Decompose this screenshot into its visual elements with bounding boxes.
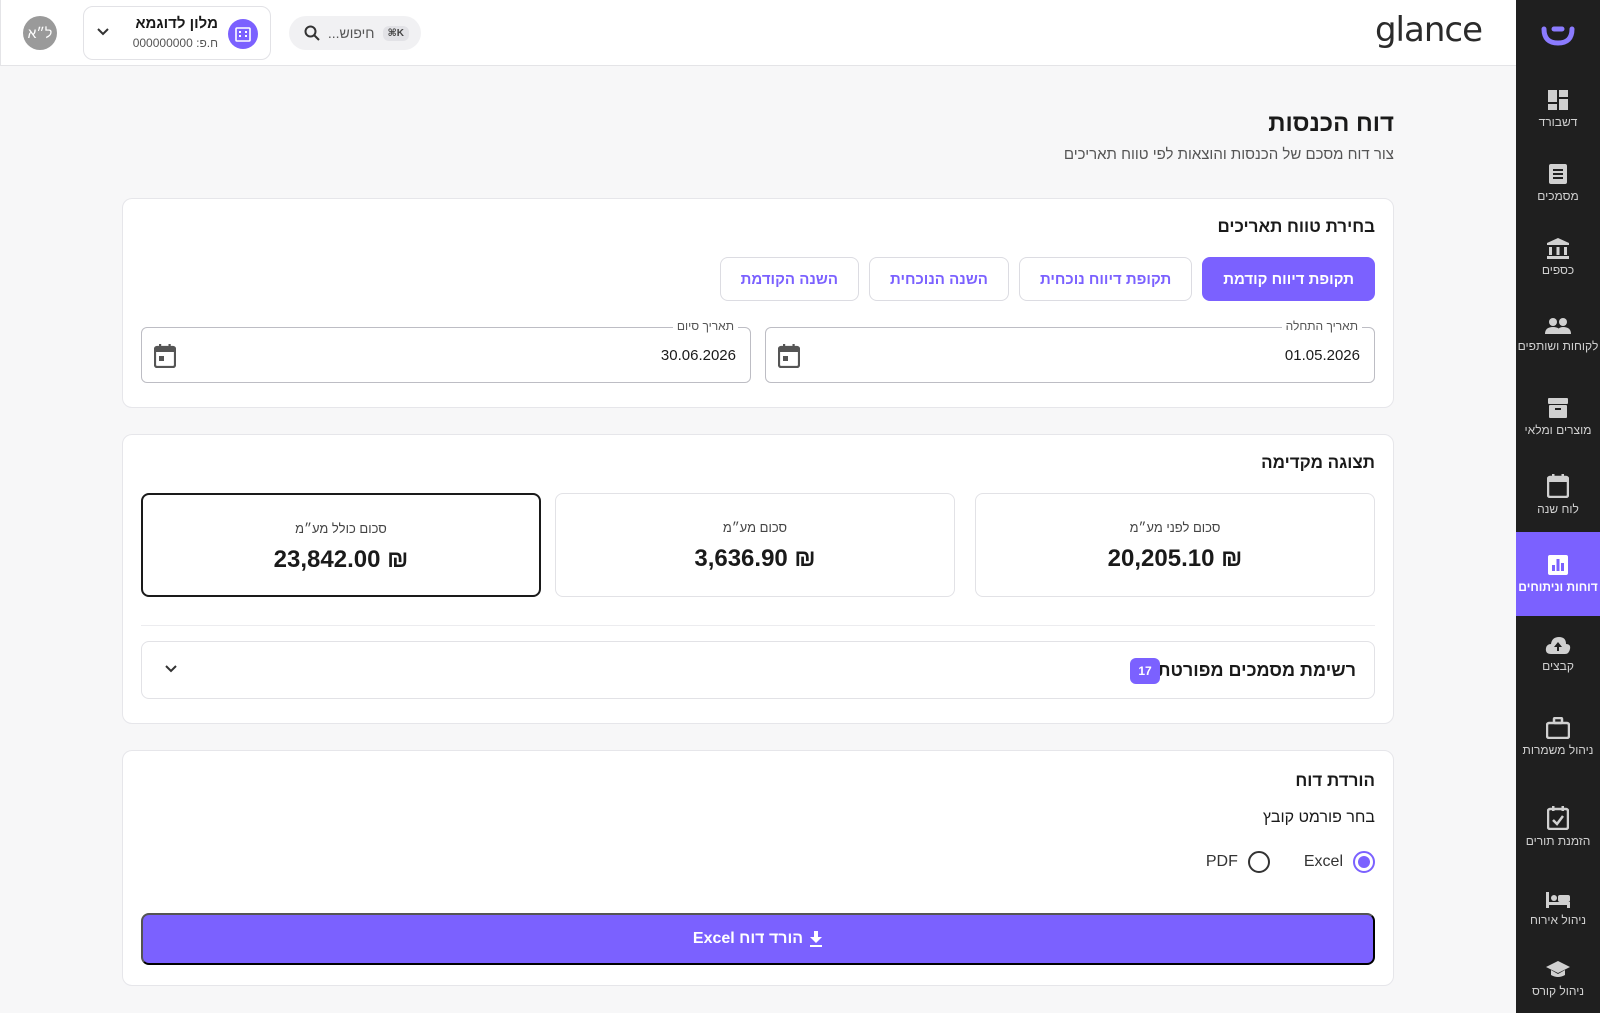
business-selector[interactable]: מלון לדוגמא ח.פ: 000000000 <box>83 6 271 60</box>
sidebar-item-hospitality[interactable]: ניהול אירוח <box>1516 872 1600 946</box>
download-button-label: הורד דוח Excel <box>692 930 804 947</box>
search-shortcut: ⌘K <box>382 25 409 41</box>
sidebar-item-label: הזמנת תורים <box>1525 834 1591 848</box>
business-id: ח.פ: 000000000 <box>132 36 218 50</box>
chevron-down-icon <box>97 28 109 36</box>
end-date-value: 30.06.2026 <box>660 347 736 364</box>
radio-pdf-dot[interactable] <box>1247 851 1270 873</box>
people-icon <box>1545 318 1571 334</box>
avatar[interactable]: ל״א <box>23 16 57 50</box>
sidebar-item-label: מוצרים ומלאי <box>1524 423 1592 437</box>
download-title: הורדת דוח <box>1295 771 1375 790</box>
sidebar-item-reports[interactable]: דוחות וניתוחים <box>1516 532 1600 616</box>
search-placeholder: חיפוש... <box>327 25 375 41</box>
documents-icon <box>1549 164 1567 184</box>
sidebar-item-files[interactable]: קבצים <box>1516 616 1600 692</box>
download-report-button[interactable]: הורד דוח Excel <box>141 913 1375 965</box>
radio-pdf[interactable]: PDF <box>1206 851 1270 873</box>
sidebar-item-label: ניהול משמרות <box>1522 743 1594 757</box>
bank-icon <box>1547 238 1569 259</box>
calendar-icon <box>1547 474 1569 498</box>
report-icon <box>1548 555 1568 575</box>
sidebar-item-label: מסמכים <box>1537 189 1579 203</box>
sidebar-item-label: דשבורד <box>1538 115 1578 129</box>
end-date-label: תאריך סיום <box>672 319 738 333</box>
chevron-down-icon <box>165 665 177 673</box>
sidebar-item-finance[interactable]: כספים <box>1516 220 1600 294</box>
summary-value: ₪ 23,842.00 <box>273 546 409 573</box>
summary-label: סכום מע״מ <box>722 520 788 535</box>
sidebar-item-label: לקוחות ושותפים <box>1517 339 1599 353</box>
main-content: דוח הכנסות צור דוח מסכם של הכנסות והוצאו… <box>0 66 1516 1013</box>
sidebar-item-products[interactable]: מוצרים ומלאי <box>1516 376 1600 458</box>
sidebar-item-calendar[interactable]: לוח שנה <box>1516 458 1600 532</box>
dashboard-icon <box>1548 90 1568 110</box>
building-icon <box>228 19 258 49</box>
app-logo[interactable] <box>1516 0 1600 72</box>
calendar-icon[interactable] <box>778 344 800 368</box>
preview-title: תצוגה מקדימה <box>1261 453 1375 472</box>
download-card: הורדת דוח בחר פורמט קובץ Excel PDF הורד … <box>122 750 1394 986</box>
format-label: בחר פורמט קובץ <box>1262 809 1375 826</box>
briefcase-icon <box>1546 717 1570 739</box>
school-icon <box>1546 961 1570 977</box>
brand-logo[interactable]: glance <box>1375 10 1483 50</box>
radio-excel[interactable]: Excel <box>1304 851 1375 873</box>
summary-value: ₪ 20,205.10 <box>1107 545 1243 572</box>
sidebar-item-appointments[interactable]: הזמנת תורים <box>1516 782 1600 872</box>
sidebar-item-label: ניהול קורס <box>1531 984 1585 998</box>
search-box[interactable]: ⌘K חיפוש... <box>289 16 421 50</box>
radio-pdf-label: PDF <box>1205 853 1238 870</box>
current-year-button[interactable]: השנה הנוכחית <box>869 257 1009 301</box>
summary-value: ₪ 3,636.90 <box>694 545 816 572</box>
search-icon <box>304 25 320 41</box>
page-title: דוח הכנסות <box>1268 110 1394 137</box>
sidebar-item-label: דוחות וניתוחים <box>1518 580 1598 594</box>
summary-label: סכום לפני מע״מ <box>1129 520 1221 535</box>
doc-list-title: רשימת מסמכים מפורטת <box>1157 660 1356 680</box>
prev-year-button[interactable]: השנה הקודמת <box>719 257 860 301</box>
summary-total: סכום כולל מע״מ ₪ 23,842.00 <box>141 493 541 597</box>
date-range-title: בחירת טווח תאריכים <box>1217 217 1375 236</box>
preview-card: תצוגה מקדימה סכום לפני מע״מ ₪ 20,205.10 … <box>122 434 1394 724</box>
cloud-upload-icon <box>1545 637 1571 654</box>
range-buttons: תקופת דיווח קודמת תקופת דיווח נוכחית השנ… <box>719 257 1375 301</box>
divider <box>141 625 1375 626</box>
sidebar-item-dashboard[interactable]: דשבורד <box>1516 72 1600 146</box>
sidebar-item-label: ניהול אירוח <box>1529 913 1587 927</box>
start-date-value: 01.05.2026 <box>1284 347 1360 364</box>
start-date-label: תאריך התחלה <box>1281 319 1362 333</box>
calendar-icon[interactable] <box>154 344 176 368</box>
business-name: מלון לדוגמא <box>135 15 218 32</box>
sidebar-item-label: כספים <box>1541 263 1575 277</box>
download-icon <box>810 931 823 947</box>
page-subtitle: צור דוח מסכם של הכנסות והוצאות לפי טווח … <box>1063 146 1394 163</box>
end-date-field[interactable]: תאריך סיום 30.06.2026 <box>141 319 751 383</box>
radio-excel-label: Excel <box>1303 853 1343 870</box>
radio-excel-dot[interactable] <box>1353 851 1375 873</box>
sidebar: דשבורד מסמכים כספים לקוחות ושותפים מוצרי… <box>1516 0 1600 1013</box>
prev-period-button[interactable]: תקופת דיווח קודמת <box>1202 257 1375 301</box>
sidebar-item-label: לוח שנה <box>1537 502 1579 516</box>
bed-icon <box>1546 892 1570 908</box>
sidebar-item-course[interactable]: ניהול קורס <box>1516 946 1600 1006</box>
sidebar-item-shifts[interactable]: ניהול משמרות <box>1516 692 1600 782</box>
format-options: Excel PDF <box>1206 851 1375 873</box>
calendar-check-icon <box>1547 806 1569 830</box>
sidebar-item-documents[interactable]: מסמכים <box>1516 146 1600 220</box>
top-header: glance ⌘K חיפוש... מלון לדוגמא ח.פ: 0000… <box>0 0 1516 66</box>
doc-list-accordion[interactable]: רשימת מסמכים מפורטת 17 <box>141 641 1375 699</box>
summary-vat: סכום מע״מ ₪ 3,636.90 <box>555 493 955 597</box>
summary-before-vat: סכום לפני מע״מ ₪ 20,205.10 <box>975 493 1375 597</box>
sidebar-item-label: קבצים <box>1542 659 1574 673</box>
doc-count-badge: 17 <box>1130 658 1160 684</box>
start-date-field[interactable]: תאריך התחלה 01.05.2026 <box>765 319 1375 383</box>
current-period-button[interactable]: תקופת דיווח נוכחית <box>1018 257 1193 301</box>
logo-icon <box>1541 26 1575 46</box>
sidebar-item-customers[interactable]: לקוחות ושותפים <box>1516 294 1600 376</box>
archive-icon <box>1548 398 1568 418</box>
date-range-card: בחירת טווח תאריכים תקופת דיווח קודמת תקו… <box>122 198 1394 408</box>
summary-label: סכום כולל מע״מ <box>295 521 387 536</box>
